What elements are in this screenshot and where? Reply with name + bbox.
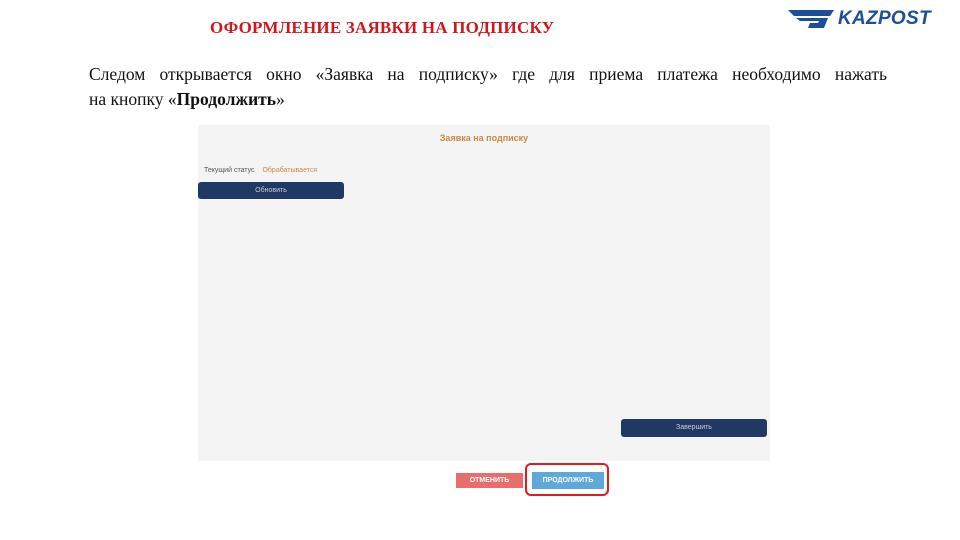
slide-title: ОФОРМЛЕНИЕ ЗАЯВКИ НА ПОДПИСКУ	[210, 18, 555, 37]
status-row: Текущий статус Обрабатывается	[204, 167, 317, 174]
status-label: Текущий статус	[204, 167, 255, 174]
finish-button[interactable]: Завершить	[621, 419, 767, 437]
instruction-text: Следом открывается окно «Заявка на подпи…	[89, 62, 887, 112]
instruction-prefix: на кнопку «	[89, 89, 177, 109]
logo-text: KAZPOST	[838, 8, 931, 29]
continue-button-highlight	[525, 463, 609, 496]
cancel-button[interactable]: ОТМЕНИТЬ	[456, 473, 523, 488]
subscription-request-dialog: Заявка на подписку Текущий статус Обраба…	[198, 125, 770, 461]
instruction-bold-button-name: Продолжить	[176, 89, 277, 109]
instruction-suffix: »	[276, 89, 285, 109]
status-value: Обрабатывается	[262, 167, 318, 174]
dialog-title: Заявка на подписку	[439, 133, 529, 143]
instruction-line-2: на кнопку «Продолжить»	[89, 87, 887, 112]
instruction-line-1: Следом открывается окно «Заявка на подпи…	[89, 64, 887, 84]
refresh-button[interactable]: Обновить	[198, 182, 344, 199]
kazpost-logo-icon	[788, 10, 834, 28]
kazpost-logo: KAZPOST	[788, 8, 948, 30]
